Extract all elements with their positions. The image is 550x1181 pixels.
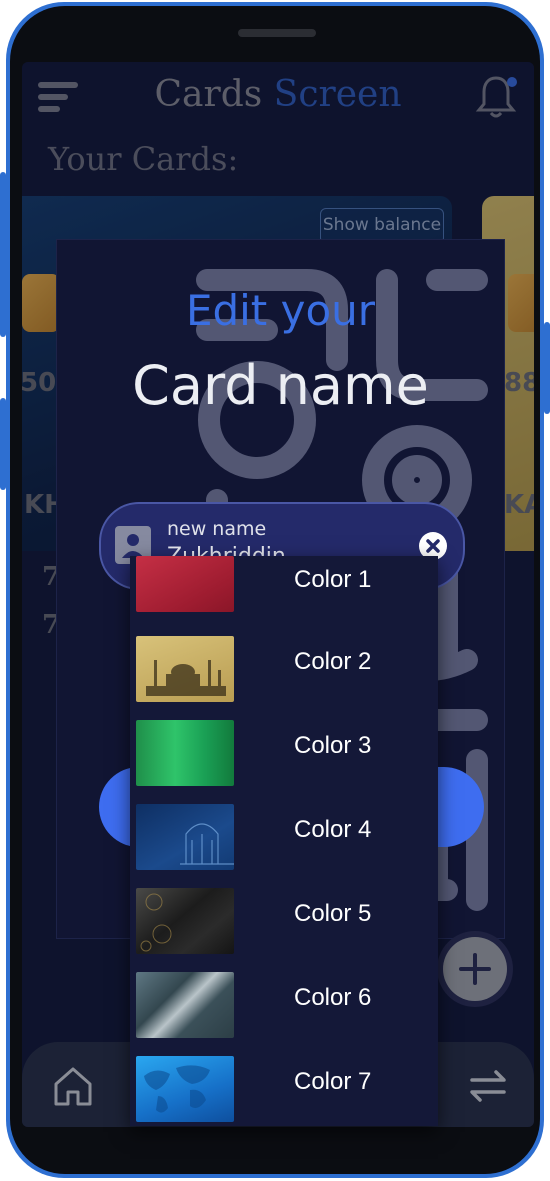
volume-button <box>0 172 6 337</box>
color-swatch-5 <box>136 888 234 954</box>
color-option-label: Color 7 <box>294 1068 372 1095</box>
power-button <box>544 322 550 414</box>
color-swatch-4 <box>136 804 234 870</box>
speaker-grille <box>238 29 316 37</box>
color-option-4[interactable]: Color 4 <box>130 798 438 882</box>
color-option-label: Color 2 <box>294 648 372 675</box>
color-option-6[interactable]: Color 6 <box>130 966 438 1050</box>
modal-title-line2: Card name <box>132 354 429 417</box>
color-dropdown-menu: Color 1 Color 2 Color 3 Color 4 Color 5 … <box>130 556 438 1126</box>
color-swatch-2 <box>136 636 234 702</box>
color-option-5[interactable]: Color 5 <box>130 882 438 966</box>
plus-icon <box>459 953 491 985</box>
color-option-1[interactable]: Color 1 <box>130 556 438 640</box>
name-input-label: new name <box>167 518 267 540</box>
color-option-label: Color 1 <box>294 566 372 593</box>
color-swatch-3 <box>136 720 234 786</box>
color-option-3[interactable]: Color 3 <box>130 714 438 798</box>
color-option-2[interactable]: Color 2 <box>130 630 438 714</box>
modal-title-line1: Edit your <box>185 286 376 335</box>
color-option-7[interactable]: Color 7 <box>130 1050 438 1126</box>
home-icon[interactable] <box>52 1064 94 1108</box>
color-option-label: Color 3 <box>294 732 372 759</box>
color-option-label: Color 4 <box>294 816 372 843</box>
side-button <box>0 398 6 490</box>
color-option-label: Color 6 <box>294 984 372 1011</box>
add-card-button[interactable] <box>443 937 507 1001</box>
color-option-label: Color 5 <box>294 900 372 927</box>
color-swatch-6 <box>136 972 234 1038</box>
color-swatch-1 <box>136 556 234 612</box>
swap-icon[interactable] <box>466 1064 510 1108</box>
color-swatch-7 <box>136 1056 234 1122</box>
